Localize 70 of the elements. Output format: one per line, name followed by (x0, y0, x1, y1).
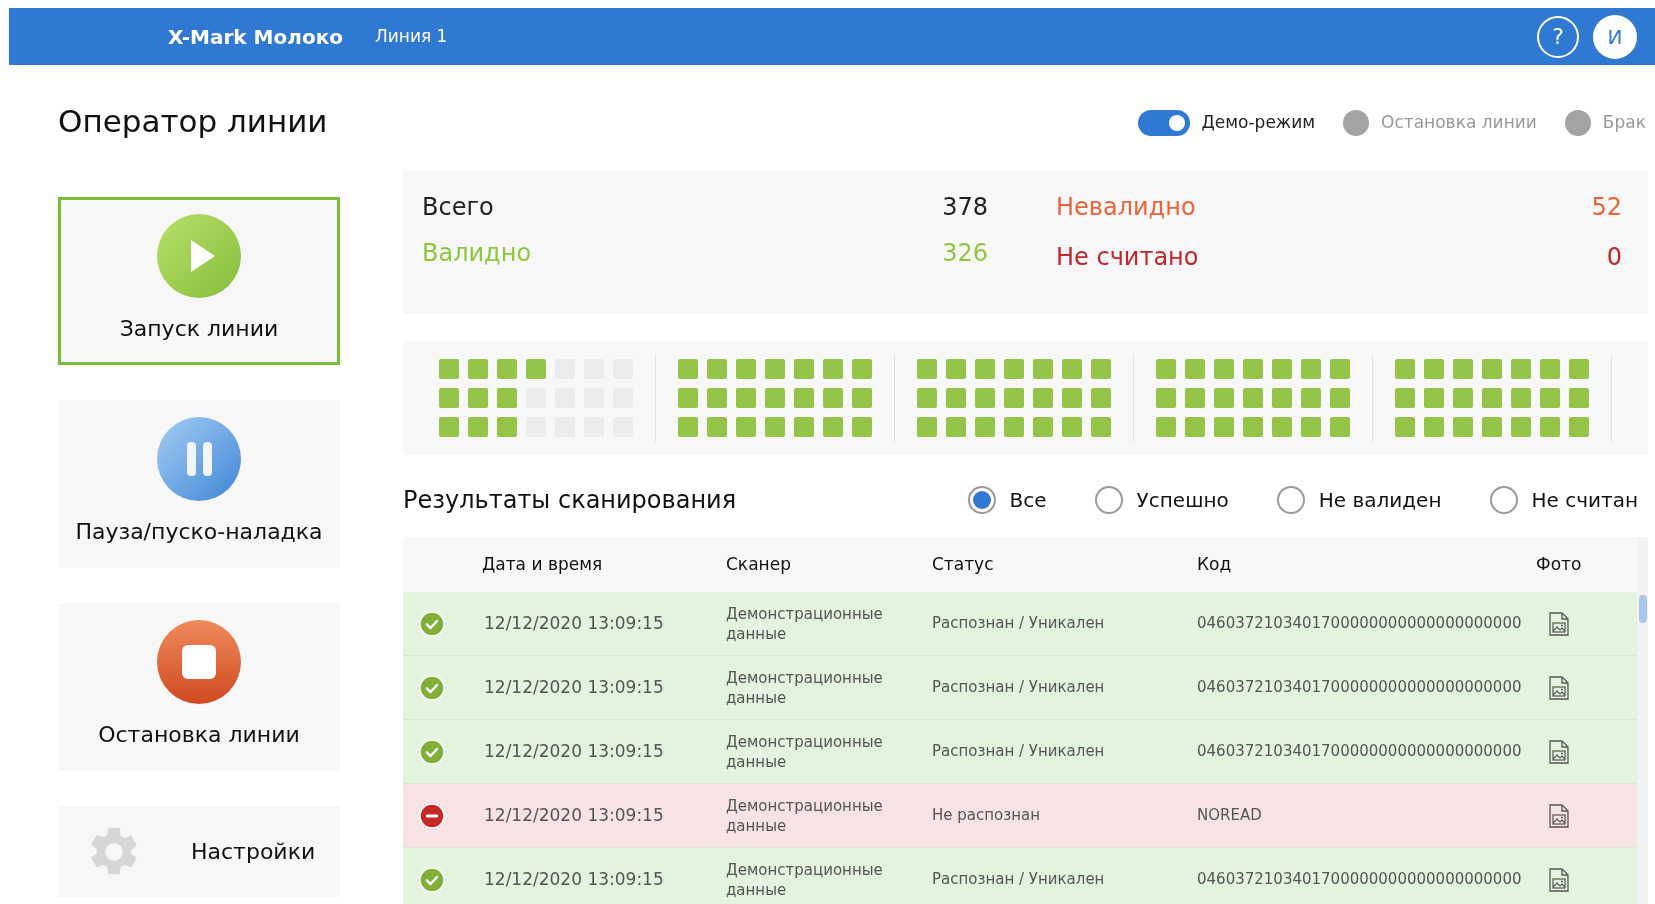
radio-option[interactable]: Не валиден (1276, 485, 1442, 515)
toggle-label: Демо-режим (1201, 111, 1316, 135)
table-cell-text: Распознан / Уникален (932, 613, 1106, 635)
check-icon (419, 866, 445, 893)
table-row[interactable]: 12/12/2020 13:09:15 Демонстрационные данные Распознан / Уникален 0460372103401700000000000000000000 (403, 720, 1637, 784)
image-file-icon[interactable] (1548, 611, 1570, 636)
app-title: X-Mark Молоко (168, 23, 343, 51)
action-button[interactable]: Настройки (58, 806, 340, 897)
play-icon (157, 214, 241, 298)
table-cell-text: NOREAD (1197, 805, 1263, 827)
column-header: Сканер (726, 552, 792, 576)
table-cell-text: Демонстрационные данные (726, 667, 884, 708)
table-cell-text: 12/12/2020 13:09:15 (483, 803, 665, 827)
pause-icon (157, 417, 241, 501)
stat-value: 0 (1606, 242, 1622, 273)
action-button[interactable]: Остановка линии (58, 603, 340, 771)
radio-option[interactable]: Не считан (1489, 485, 1638, 515)
table-cell-text: Распознан / Уникален (932, 741, 1106, 763)
minus-icon (419, 802, 445, 829)
table-row[interactable]: 12/12/2020 13:09:15 Демонстрационные данные Распознан / Уникален 0460372103401700000000000000000000 (403, 656, 1637, 720)
stat-value: 378 (942, 192, 988, 223)
stat-label: Не считано (1056, 242, 1199, 273)
check-icon (419, 738, 445, 765)
stat-value: 326 (942, 238, 988, 269)
image-file-icon[interactable] (1548, 803, 1570, 828)
column-header: Статус (932, 552, 995, 576)
table-row[interactable]: 12/12/2020 13:09:15 Демонстрационные данные Распознан / Уникален 0460372103401700000000000000000000 (403, 848, 1637, 904)
action-button[interactable]: Пауза/пуско-наладка (58, 400, 340, 568)
table-cell-text: 0460372103401700000000000000000000 (1197, 677, 1523, 699)
image-file-icon[interactable] (1548, 675, 1570, 700)
page-title: Оператор линии (58, 102, 329, 141)
image-file-icon[interactable] (1548, 867, 1570, 892)
table-cell-text: Демонстрационные данные (726, 731, 884, 772)
table-cell-text: 0460372103401700000000000000000000 (1197, 869, 1523, 891)
stat-label: Валидно (422, 238, 532, 269)
avatar-button[interactable]: И (1593, 14, 1637, 59)
table-cell-text: 0460372103401700000000000000000000 (1197, 613, 1523, 635)
table-cell-text: Демонстрационные данные (726, 603, 884, 644)
table-row[interactable]: 12/12/2020 13:09:15 Демонстрационные данные Не распознан NOREAD (403, 784, 1637, 848)
toggle-label: Брак (1602, 111, 1646, 135)
table-cell-text: Демонстрационные данные (726, 859, 884, 900)
table-cell-text: Распознан / Уникален (932, 869, 1106, 891)
toggle-switch[interactable] (1137, 110, 1190, 136)
table-cell-text: Не распознан (932, 805, 1041, 827)
column-header: Дата и время (481, 552, 604, 576)
stat-label: Невалидно (1056, 192, 1196, 223)
stat-value: 52 (1591, 192, 1622, 223)
table-cell-text: 12/12/2020 13:09:15 (483, 867, 665, 891)
image-file-icon[interactable] (1548, 739, 1570, 764)
check-icon (419, 674, 445, 701)
table-cell-text: 12/12/2020 13:09:15 (483, 675, 665, 699)
check-icon (419, 610, 445, 637)
section-title: Результаты сканирования (403, 485, 737, 516)
radio-option[interactable]: Успешно (1094, 485, 1229, 515)
toggle-label: Остановка линии (1381, 111, 1537, 135)
help-button[interactable]: ? (1537, 15, 1579, 58)
column-header: Код (1197, 552, 1233, 576)
action-button[interactable]: Запуск линии (58, 197, 340, 365)
stop-icon (157, 620, 241, 704)
table-cell-text: 12/12/2020 13:09:15 (483, 739, 665, 763)
table-cell-text: 12/12/2020 13:09:15 (483, 611, 665, 635)
scrollbar[interactable] (1637, 537, 1648, 904)
stat-label: Всего (422, 192, 494, 223)
table-cell-text: 0460372103401700000000000000000000 (1197, 741, 1523, 763)
radio-option[interactable]: Все (967, 485, 1047, 515)
table-row[interactable]: 12/12/2020 13:09:15 Демонстрационные данные Распознан / Уникален 0460372103401700000000000000000000 (403, 592, 1637, 656)
column-header: Фото (1535, 552, 1583, 576)
table-cell-text: Демонстрационные данные (726, 795, 884, 836)
line-label: Линия 1 (374, 24, 448, 48)
table-cell-text: Распознан / Уникален (932, 677, 1106, 699)
